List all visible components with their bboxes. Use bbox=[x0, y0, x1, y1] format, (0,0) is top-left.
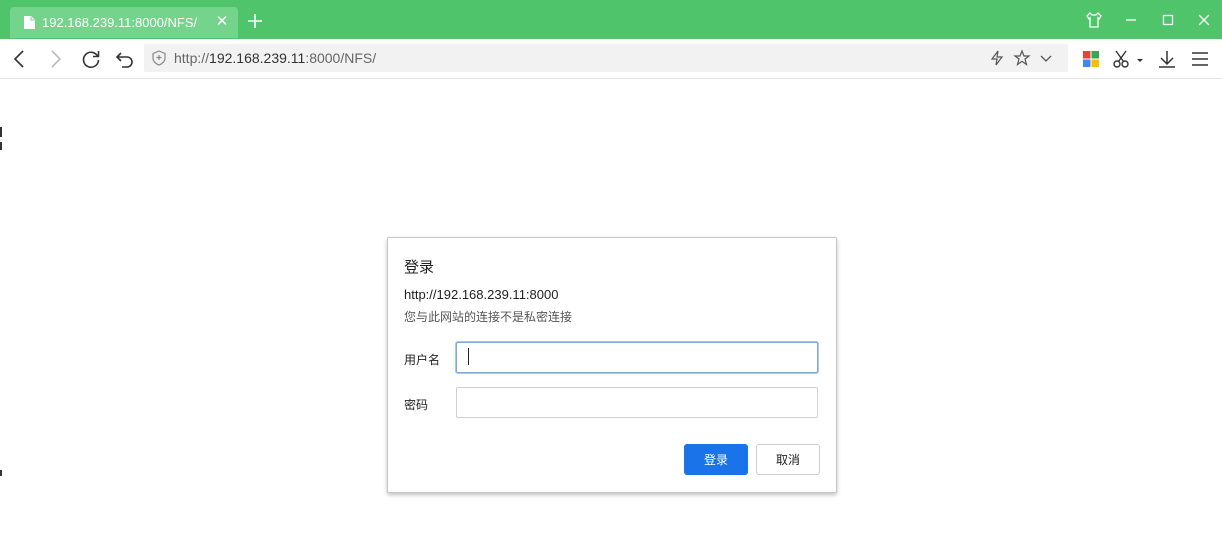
minimize-icon[interactable] bbox=[1121, 10, 1141, 30]
chevron-down-icon[interactable] bbox=[1037, 49, 1055, 67]
username-field[interactable] bbox=[456, 342, 818, 373]
edge-artifact bbox=[0, 142, 2, 150]
url-scheme: http:// bbox=[174, 50, 210, 66]
scissors-icon[interactable] bbox=[1111, 48, 1133, 70]
address-bar[interactable]: http://192.168.239.11:8000/NFS/ bbox=[144, 44, 1068, 72]
edge-artifact bbox=[0, 470, 2, 476]
download-icon[interactable] bbox=[1156, 48, 1178, 70]
cancel-button[interactable]: 取消 bbox=[756, 444, 820, 475]
edge-artifact bbox=[0, 127, 2, 137]
menu-icon[interactable] bbox=[1189, 48, 1211, 70]
dialog-origin: http://192.168.239.11:8000 bbox=[404, 287, 559, 302]
page-icon bbox=[24, 16, 35, 29]
navigation-bar: http://192.168.239.11:8000/NFS/ bbox=[0, 39, 1222, 79]
star-icon[interactable] bbox=[1013, 49, 1031, 67]
apps-icon[interactable] bbox=[1080, 48, 1102, 70]
reload-icon[interactable] bbox=[80, 48, 102, 70]
password-field[interactable] bbox=[456, 387, 818, 418]
password-label: 密码 bbox=[404, 398, 429, 412]
forward-icon[interactable] bbox=[44, 48, 66, 70]
lightning-icon[interactable] bbox=[988, 49, 1006, 67]
url-path: :8000/NFS/ bbox=[305, 50, 377, 66]
username-label: 用户名 bbox=[404, 353, 441, 367]
skin-icon[interactable] bbox=[1084, 10, 1104, 30]
back-icon[interactable] bbox=[9, 48, 31, 70]
login-button[interactable]: 登录 bbox=[684, 444, 748, 475]
plus-icon[interactable] bbox=[246, 12, 264, 30]
title-bar: 192.168.239.11:8000/NFS/ ✕ bbox=[0, 0, 1222, 39]
close-icon[interactable] bbox=[1194, 10, 1214, 30]
shield-icon[interactable] bbox=[152, 50, 166, 66]
tab-title: 192.168.239.11:8000/NFS/ bbox=[42, 15, 198, 30]
url-host: 192.168.239.11 bbox=[209, 50, 306, 66]
login-dialog: 登录 http://192.168.239.11:8000 您与此网站的连接不是… bbox=[387, 237, 837, 493]
maximize-icon[interactable] bbox=[1158, 10, 1178, 30]
tab-close-icon[interactable]: ✕ bbox=[214, 14, 230, 30]
url-text[interactable]: http://192.168.239.11:8000/NFS/ bbox=[174, 50, 376, 66]
text-caret bbox=[468, 348, 469, 365]
connection-warning: 您与此网站的连接不是私密连接 bbox=[404, 310, 573, 324]
scissors-dropdown-icon[interactable] bbox=[1134, 48, 1146, 70]
browser-tab[interactable]: 192.168.239.11:8000/NFS/ ✕ bbox=[10, 7, 238, 38]
undo-icon[interactable] bbox=[114, 48, 136, 70]
dialog-title: 登录 bbox=[404, 259, 435, 276]
